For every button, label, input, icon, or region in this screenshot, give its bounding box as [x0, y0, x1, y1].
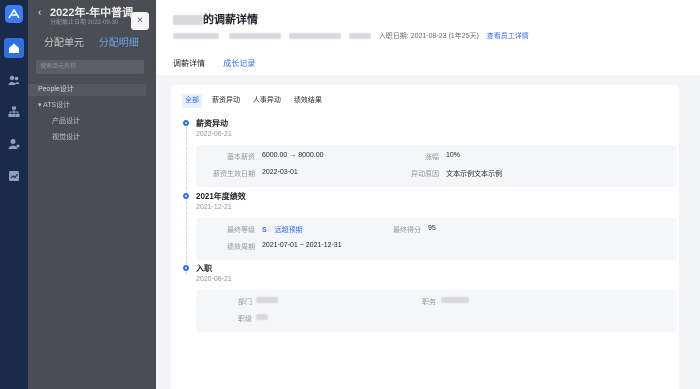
users-icon[interactable] — [4, 70, 24, 90]
redacted-field — [228, 33, 281, 40]
field-value: 10% — [446, 152, 461, 159]
background-tabs: 分配单元 分配明细 — [44, 34, 151, 49]
section-date: 2020-06-21 — [196, 276, 232, 283]
field-label: 涨幅 — [425, 154, 439, 161]
filter-performance[interactable]: 绩效结果 — [291, 94, 325, 108]
field-value: 2021-07-01 ~ 2021-12-31 — [262, 242, 342, 249]
drawer-body: 全部 薪资异动 人事异动 绩效结果 薪资异动 2022-06-21 基本薪资 6… — [156, 75, 700, 389]
timeline-dot — [183, 193, 189, 199]
field-value: 95 — [428, 225, 436, 232]
timeline-dot — [183, 120, 189, 126]
grade-badge: S — [262, 227, 267, 234]
tree-item[interactable]: 视觉设计 — [38, 132, 146, 148]
record-filters: 全部 薪资异动 人事异动 绩效结果 — [182, 94, 330, 108]
tree-item[interactable]: ▾ ATS设计 — [38, 100, 146, 116]
grade-note: 远超预期 — [274, 227, 303, 234]
filter-salary-change[interactable]: 薪资异动 — [209, 94, 243, 108]
salary-detail-box: 基本薪资 6000.00 → 8000.00 涨幅 10% 薪资生效日期 202… — [196, 145, 676, 187]
close-drawer-button[interactable]: × — [131, 12, 149, 30]
background-subtitle: 分配截止日期 2022-09-30 — [50, 20, 119, 26]
field-value: 文本示例文本示例 — [446, 171, 502, 178]
growth-record-card: 全部 薪资异动 人事异动 绩效结果 薪资异动 2022-06-21 基本薪资 6… — [171, 85, 679, 389]
background-app-panel: ‹ 2022年-年中普调 分配截止日期 2022-09-30 分配单元 分配明细… — [28, 0, 156, 389]
salary-detail-drawer: 的调薪详情 入职日期: 2021-08-23 (1年25天) 查看员工详情 调薪… — [156, 0, 700, 389]
section-title: 2021年度绩效 — [196, 192, 246, 201]
tree-item-root[interactable]: People设计 — [28, 84, 146, 96]
hire-detail-box: 部门 职务 职级 — [196, 290, 676, 332]
app-logo-icon[interactable] — [5, 5, 23, 23]
performance-detail-box: 最终等级 S 远超预期 最终得分 95 绩效周期 2021-07-01 ~ 202… — [196, 218, 676, 260]
unit-search-input[interactable]: 搜索单元名称 — [36, 60, 144, 74]
redacted-value — [441, 297, 469, 304]
grade-value: S 远超预期 — [262, 225, 303, 235]
redacted-value — [256, 314, 268, 321]
field-label: 绩效周期 — [227, 244, 255, 251]
timeline-dot — [183, 265, 189, 271]
field-label: 最终等级 — [227, 227, 255, 234]
field-label: 薪资生效日期 — [213, 171, 255, 178]
section-date: 2022-06-21 — [196, 131, 232, 138]
org-chart-icon[interactable] — [4, 102, 24, 122]
section-title: 入职 — [196, 264, 212, 273]
section-date: 2021-12-21 — [196, 204, 232, 211]
field-label: 基本薪资 — [227, 154, 255, 161]
redacted-field — [348, 33, 371, 40]
department-tree: People设计 ▾ ATS设计 产品设计 视觉设计 — [28, 84, 146, 148]
tab-allocation-detail[interactable]: 分配明细 — [99, 38, 139, 49]
redacted-field — [288, 33, 341, 40]
filter-all[interactable]: 全部 — [182, 94, 202, 108]
section-title: 薪资异动 — [196, 119, 228, 128]
redacted-field — [173, 33, 219, 40]
user-settings-icon[interactable] — [4, 134, 24, 154]
app-rail — [0, 0, 28, 389]
drawer-title: 的调薪详情 — [173, 11, 258, 27]
field-label: 异动原因 — [411, 171, 439, 178]
back-arrow-icon[interactable]: ‹ — [38, 7, 41, 18]
tree-item[interactable]: 产品设计 — [38, 116, 146, 132]
field-value: 2022-03-01 — [262, 169, 298, 176]
employee-meta: 入职日期: 2021-08-23 (1年25天) 查看员工详情 — [173, 31, 529, 41]
report-icon[interactable] — [4, 166, 24, 186]
redacted-value — [256, 297, 278, 304]
employee-name-redacted — [173, 15, 203, 26]
tab-allocation-unit[interactable]: 分配单元 — [44, 38, 84, 49]
field-label: 职务 — [422, 299, 436, 306]
field-label: 职级 — [238, 316, 252, 323]
hire-date: 入职日期: 2021-08-23 (1年25天) — [378, 33, 479, 40]
home-icon[interactable] — [4, 38, 24, 58]
tab-salary-detail[interactable]: 调薪详情 — [173, 58, 205, 75]
field-value: 6000.00 → 8000.00 — [262, 152, 324, 159]
filter-personnel-change[interactable]: 人事异动 — [250, 94, 284, 108]
field-label: 部门 — [238, 299, 252, 306]
field-label: 最终得分 — [393, 227, 421, 234]
view-employee-link[interactable]: 查看员工详情 — [487, 33, 529, 40]
